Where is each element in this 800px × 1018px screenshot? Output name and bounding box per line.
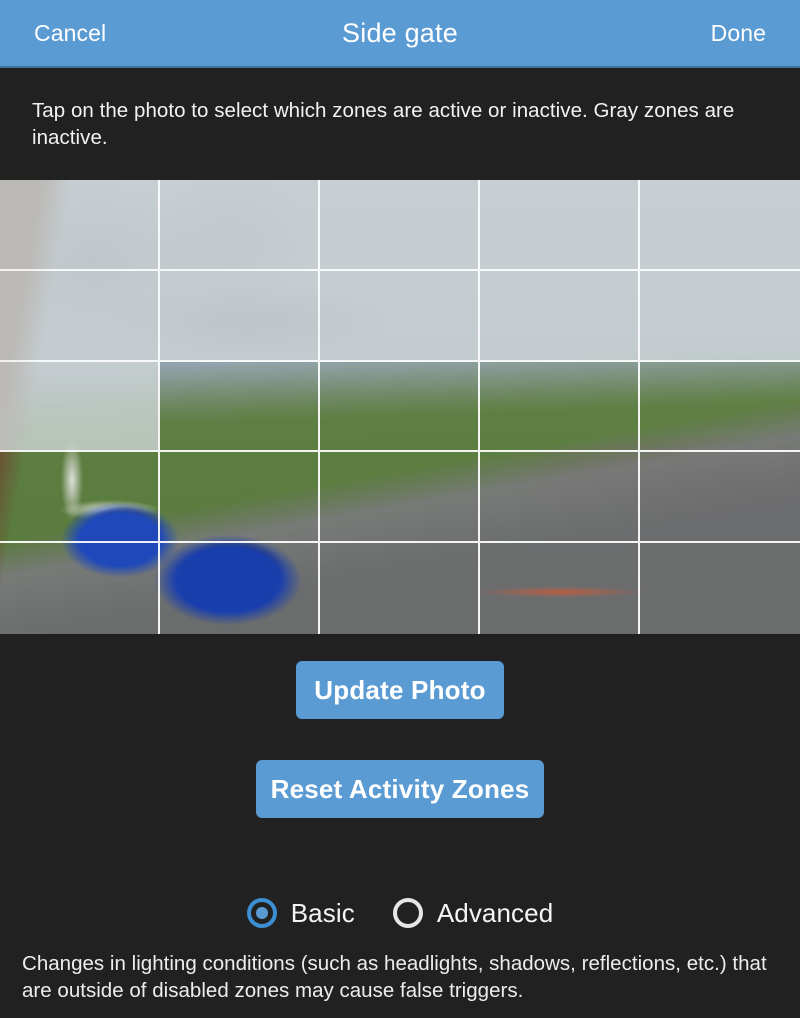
- navigation-bar: Cancel Side gate Done: [0, 0, 800, 68]
- activity-zone-r3-c5[interactable]: [640, 362, 800, 453]
- activity-zone-r4-c5[interactable]: [640, 452, 800, 544]
- activity-zone-r1-c4[interactable]: [480, 180, 640, 271]
- activity-zone-r2-c5[interactable]: [640, 270, 800, 362]
- activity-zone-r4-c1[interactable]: [0, 452, 160, 544]
- camera-photo[interactable]: [0, 180, 800, 634]
- cancel-button[interactable]: Cancel: [34, 20, 106, 47]
- mode-option-label: Basic: [290, 897, 355, 928]
- activity-zone-r3-c2[interactable]: [160, 361, 320, 453]
- activity-zone-r2-c4[interactable]: [480, 270, 640, 362]
- update-photo-button[interactable]: Update Photo: [296, 661, 504, 719]
- activity-zone-grid[interactable]: [0, 180, 800, 634]
- activity-zone-r2-c3[interactable]: [320, 270, 480, 362]
- activity-zone-r5-c4[interactable]: [480, 543, 640, 634]
- activity-zone-r5-c1[interactable]: [0, 543, 160, 634]
- instruction-banner: Tap on the photo to select which zones a…: [0, 68, 800, 180]
- activity-zone-r3-c1[interactable]: [0, 361, 160, 453]
- activity-zone-r5-c2[interactable]: [160, 543, 320, 634]
- activity-zone-r1-c5[interactable]: [640, 180, 800, 271]
- activity-zone-r4-c2[interactable]: [160, 452, 320, 544]
- activity-zone-r2-c1[interactable]: [0, 270, 160, 362]
- activity-zone-r3-c4[interactable]: [480, 361, 640, 453]
- activity-zone-r5-c3[interactable]: [320, 543, 480, 634]
- page-title: Side gate: [342, 17, 458, 48]
- activity-zone-r4-c4[interactable]: [480, 452, 640, 544]
- mode-option-advanced[interactable]: Advanced: [392, 897, 554, 929]
- activity-zone-r5-c5[interactable]: [640, 543, 800, 634]
- activity-zone-r3-c3[interactable]: [320, 361, 480, 453]
- footer-note-text: Changes in lighting conditions (such as …: [22, 952, 767, 1003]
- instruction-text: Tap on the photo to select which zones a…: [32, 98, 735, 149]
- mode-option-label: Advanced: [436, 897, 554, 928]
- activity-zone-r4-c3[interactable]: [320, 452, 480, 544]
- reset-activity-zones-button[interactable]: Reset Activity Zones: [256, 760, 544, 818]
- activity-zone-r1-c1[interactable]: [0, 180, 160, 271]
- activity-zone-r1-c3[interactable]: [320, 180, 480, 271]
- mode-option-basic[interactable]: Basic: [246, 897, 355, 929]
- activity-zones-screen: Cancel Side gate Done Tap on the photo t…: [0, 0, 800, 1018]
- done-button[interactable]: Done: [711, 20, 766, 47]
- radio-selected-icon[interactable]: [246, 898, 277, 928]
- activity-zone-r1-c2[interactable]: [160, 180, 320, 271]
- footer-note: Changes in lighting conditions (such as …: [0, 950, 800, 1005]
- radio-unselected-icon[interactable]: [392, 898, 423, 928]
- activity-zone-r2-c2[interactable]: [160, 270, 320, 362]
- mode-radio-group[interactable]: Basic Advanced: [0, 893, 800, 933]
